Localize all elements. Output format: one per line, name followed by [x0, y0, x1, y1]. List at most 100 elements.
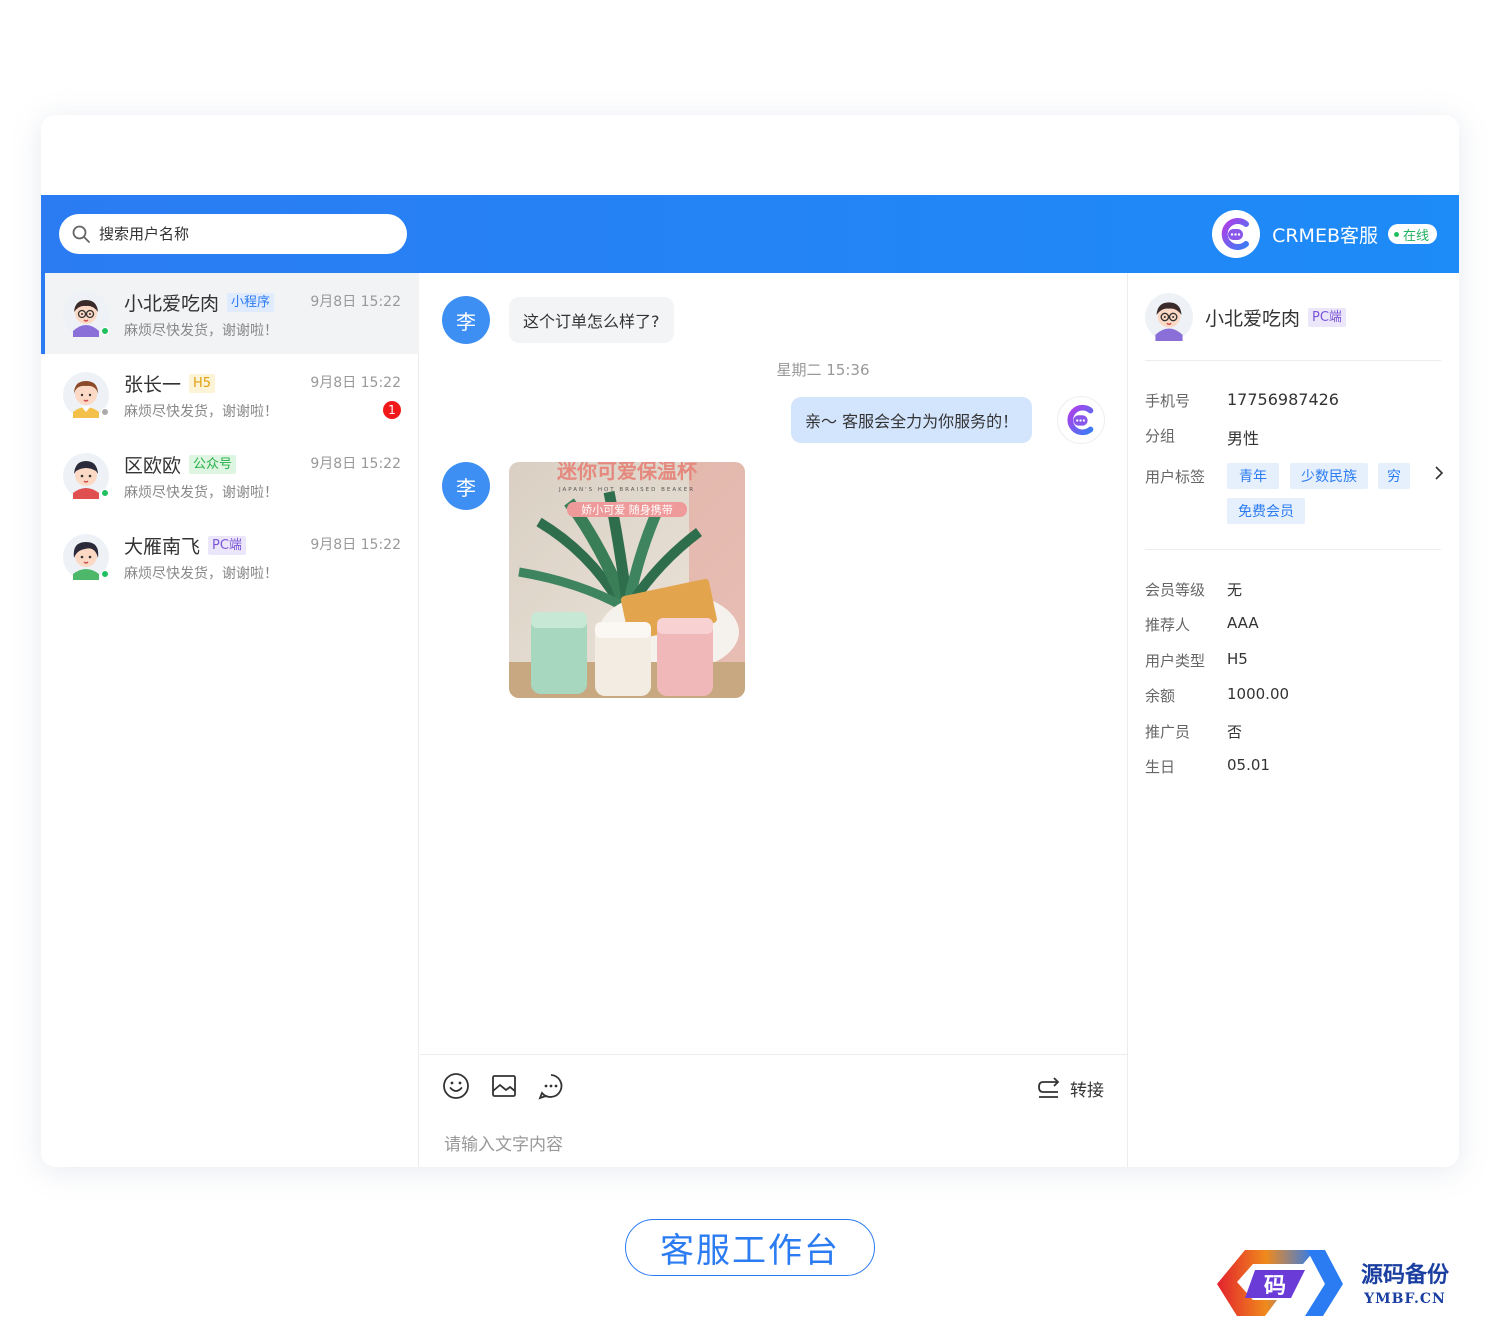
conversation-item[interactable]: 小北爱吃肉 小程序 麻烦尽快发货，谢谢啦！ 9月8日 15:22 [41, 273, 419, 354]
transfer-label: 转接 [1070, 1080, 1104, 1101]
user-tag-chip[interactable]: 穷 [1378, 463, 1410, 489]
contact-name: 张长一 [124, 374, 182, 396]
status-text: 在线 [1402, 228, 1429, 244]
last-message: 麻烦尽快发货，谢谢啦！ [124, 566, 278, 582]
row-label: 生日 [1145, 758, 1176, 776]
last-message: 麻烦尽快发货，谢谢啦！ [124, 323, 278, 339]
row-value: 17756987426 [1227, 390, 1339, 409]
platform-tag: H5 [189, 374, 216, 393]
row-value: 05.01 [1227, 756, 1270, 774]
contact-name: 区欧欧 [124, 455, 182, 477]
transfer-icon [1038, 1077, 1060, 1098]
message-time: 9月8日 15:22 [310, 294, 401, 310]
status-badge: 在线 [1387, 224, 1437, 244]
image-subtitle: JAPAN'S HOT BRAISED BEAKER [558, 487, 695, 493]
offline-indicator [101, 408, 109, 416]
agent-avatar [1057, 396, 1105, 444]
conversation-item[interactable]: 大雁南飞 PC端 麻烦尽快发货，谢谢啦！ 9月8日 15:22 [41, 516, 419, 597]
image-message[interactable]: 迷你可爱保温杯 JAPAN'S HOT BRAISED BEAKER 娇小可爱 … [509, 462, 745, 698]
image-title: 迷你可爱保温杯 [556, 462, 697, 483]
online-indicator [101, 570, 109, 578]
info-row-balance: 余额 1000.00 [1145, 685, 1289, 706]
page-title: 客服工作台 [625, 1219, 875, 1276]
watermark-name: 源码备份 [1361, 1262, 1450, 1288]
info-row-promoter: 推广员 否 [1145, 721, 1242, 742]
user-tag-chip[interactable]: 少数民族 [1290, 463, 1368, 489]
platform-tag: PC端 [1308, 307, 1346, 327]
row-label: 余额 [1145, 687, 1176, 705]
row-label: 推荐人 [1145, 616, 1191, 634]
user-profile: 小北爱吃肉 PC端 [1145, 293, 1346, 341]
user-info-panel: 小北爱吃肉 PC端 手机号 17756987426 分组 男性 用户标签 青年 少数… [1129, 273, 1459, 1167]
conversation-item[interactable]: 张长一 H5 麻烦尽快发货，谢谢啦！ 9月8日 15:22 1 [41, 354, 419, 435]
last-message: 麻烦尽快发货，谢谢啦！ [124, 404, 278, 420]
row-value: AAA [1227, 614, 1259, 632]
info-row-tags: 用户标签 [1145, 466, 1227, 487]
avatar [63, 372, 109, 418]
row-label: 手机号 [1145, 392, 1191, 410]
chevron-right-icon[interactable] [1433, 465, 1445, 481]
user-name: 小北爱吃肉 [1205, 307, 1301, 330]
image-banner: 娇小可爱 随身携带 [581, 503, 673, 517]
info-row-referrer: 推荐人 AAA [1145, 614, 1259, 635]
crmeb-logo-icon [1212, 210, 1261, 258]
quick-reply-icon[interactable] [537, 1072, 565, 1100]
divider [1145, 360, 1441, 361]
last-message: 麻烦尽快发货，谢谢啦！ [124, 485, 278, 501]
avatar [63, 534, 109, 580]
row-label: 用户类型 [1145, 652, 1206, 670]
avatar [63, 291, 109, 337]
info-row-group: 分组 男性 [1145, 425, 1259, 449]
conversation-list: 小北爱吃肉 小程序 麻烦尽快发货，谢谢啦！ 9月8日 15:22 张长一 H5 麻烦… [41, 273, 419, 1167]
contact-name: 大雁南飞 [124, 536, 201, 558]
online-indicator [101, 327, 109, 335]
chat-timestamp: 星期二 15:36 [776, 361, 870, 379]
info-row-type: 用户类型 H5 [1145, 650, 1248, 671]
outgoing-message: 亲～ 客服会全力为你服务的！ [791, 397, 1033, 443]
incoming-message: 这个订单怎么样了? [509, 297, 674, 343]
message-time: 9月8日 15:22 [310, 375, 401, 391]
crmeb-logo-icon [1067, 404, 1094, 436]
search-input[interactable] [99, 225, 379, 243]
user-avatar [1145, 293, 1193, 341]
workbench-window: CRMEB客服 在线 小北爱吃肉小程序 麻烦尽快发货，谢谢啦！ 9月8日 15:… [41, 115, 1459, 1167]
row-label: 分组 [1145, 427, 1176, 445]
search-box[interactable] [59, 214, 407, 254]
row-value: 男性 [1227, 429, 1260, 448]
agent-brand: CRMEB客服 在线 [1212, 210, 1437, 258]
row-value: 1000.00 [1227, 685, 1290, 703]
divider [1145, 549, 1441, 550]
chat-panel: 李 这个订单怎么样了? 星期二 15:36 亲～ 客服会全力为你服务的！ 李 迷… [420, 273, 1128, 1167]
unread-badge: 1 [383, 401, 401, 419]
row-label: 会员等级 [1145, 581, 1206, 599]
row-label: 用户标签 [1145, 468, 1206, 486]
watermark-char: 码 [1264, 1273, 1286, 1299]
online-indicator [101, 489, 109, 497]
platform-tag: 小程序 [227, 293, 275, 312]
image-upload-icon[interactable] [490, 1072, 518, 1100]
info-row-level: 会员等级 无 [1145, 579, 1242, 600]
row-value: 否 [1227, 723, 1243, 741]
online-dot [1393, 231, 1399, 237]
platform-tag: 公众号 [189, 455, 237, 474]
top-bar: CRMEB客服 在线 [41, 195, 1459, 273]
message-composer: 转接 [420, 1054, 1128, 1167]
message-time: 9月8日 15:22 [310, 456, 401, 472]
customer-avatar: 李 [442, 296, 490, 344]
message-time: 9月8日 15:22 [310, 537, 401, 553]
search-icon [72, 225, 90, 243]
watermark-url: YMBF.CN [1363, 1291, 1446, 1307]
avatar [63, 453, 109, 499]
watermark-logo: 码 源码备份 YMBF.CN [1217, 1250, 1450, 1316]
message-input[interactable] [444, 1130, 1084, 1158]
transfer-button[interactable]: 转接 [1036, 1075, 1104, 1101]
user-tag-chip[interactable]: 免费会员 [1227, 498, 1305, 524]
row-value: 无 [1227, 581, 1243, 599]
row-value: H5 [1227, 650, 1248, 668]
user-tag-chip[interactable]: 青年 [1227, 463, 1279, 489]
conversation-item[interactable]: 区欧欧 公众号 麻烦尽快发货，谢谢啦！ 9月8日 15:22 [41, 435, 419, 516]
contact-name: 小北爱吃肉 [124, 293, 220, 315]
agent-name: CRMEB客服 [1272, 224, 1378, 247]
info-row-birthday: 生日 05.01 [1145, 756, 1270, 777]
emoji-icon[interactable] [442, 1072, 470, 1100]
